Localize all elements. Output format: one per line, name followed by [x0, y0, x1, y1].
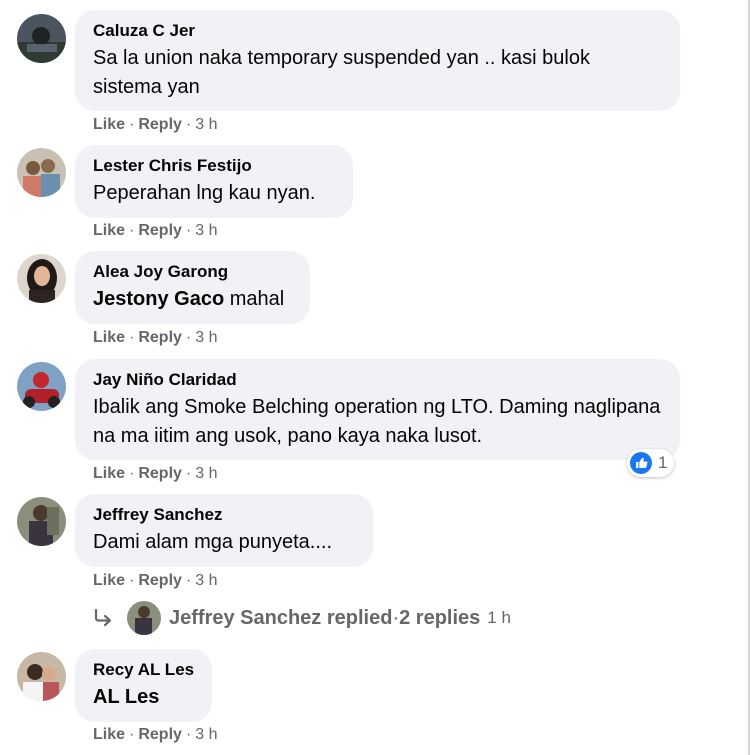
comment-actions: Like · Reply · 3 h [93, 329, 218, 347]
like-button[interactable]: Like [93, 116, 125, 133]
comment-time[interactable]: 3 h [195, 329, 217, 346]
comment-text: Ibalik ang Smoke Belching operation ng L… [93, 396, 661, 447]
comment-bubble: Caluza C Jer Sa la union naka temporary … [75, 10, 680, 111]
comment-author[interactable]: Jeffrey Sanchez [93, 504, 357, 526]
comment-actions: Like · Reply · 3 h [93, 116, 218, 134]
replies-author: Jeffrey Sanchez replied [169, 606, 393, 629]
comment-time[interactable]: 3 h [195, 222, 217, 239]
separator-dot: · [185, 329, 192, 346]
comment-author[interactable]: Lester Chris Festijo [93, 155, 337, 177]
reply-button[interactable]: Reply [138, 329, 182, 346]
comment-text: Jestony Gaco mahal [93, 285, 294, 314]
separator-dot: · [185, 222, 192, 239]
reply-arrow-icon [94, 608, 112, 627]
avatar[interactable] [17, 148, 66, 197]
reaction-count: 1 [658, 453, 668, 472]
separator-dot: · [129, 572, 135, 589]
comment-text: AL Les [93, 683, 196, 712]
view-replies-link[interactable]: Jeffrey Sanchez replied · 2 replies 1 h [93, 600, 511, 636]
comment-author[interactable]: Jay Niño Claridad [93, 369, 664, 391]
comment-bubble: Recy AL Les AL Les [75, 649, 212, 722]
like-button[interactable]: Like [93, 726, 125, 743]
avatar[interactable] [17, 497, 66, 546]
avatar[interactable] [17, 254, 66, 303]
reply-button[interactable]: Reply [138, 572, 182, 589]
comment-text: Peperahan lng kau nyan. [93, 182, 316, 204]
comment-bubble: Jeffrey Sanchez Dami alam mga punyeta...… [75, 494, 373, 567]
comment-actions: Like · Reply · 3 h [93, 726, 218, 744]
comment-time[interactable]: 3 h [195, 116, 217, 133]
reply-button[interactable]: Reply [138, 726, 182, 743]
separator-dot: · [129, 116, 135, 133]
separator-dot: · [129, 329, 135, 346]
separator-dot: · [185, 726, 192, 743]
comment-time[interactable]: 3 h [195, 572, 217, 589]
separator-dot: · [185, 116, 192, 133]
avatar[interactable] [17, 14, 66, 63]
comment-time[interactable]: 3 h [195, 465, 217, 482]
separator-dot: · [129, 465, 135, 482]
comment-text: Dami alam mga punyeta.... [93, 531, 332, 553]
comment-author[interactable]: Alea Joy Garong [93, 261, 294, 283]
replier-avatar [127, 601, 161, 635]
comment-time[interactable]: 3 h [195, 726, 217, 743]
separator-dot: · [129, 726, 135, 743]
comment-actions: Like · Reply · 3 h [93, 222, 218, 240]
comment-bubble: Alea Joy Garong Jestony Gaco mahal [75, 251, 310, 324]
reply-button[interactable]: Reply [138, 222, 182, 239]
like-button[interactable]: Like [93, 465, 125, 482]
comment-bubble: Lester Chris Festijo Peperahan lng kau n… [75, 145, 353, 218]
avatar[interactable] [17, 362, 66, 411]
replies-time: 1 h [487, 608, 511, 627]
like-button[interactable]: Like [93, 329, 125, 346]
replies-count: 2 replies [399, 606, 481, 629]
like-button[interactable]: Like [93, 222, 125, 239]
reply-button[interactable]: Reply [138, 465, 182, 482]
avatar[interactable] [17, 652, 66, 701]
separator-dot: · [129, 222, 135, 239]
comment-author[interactable]: Caluza C Jer [93, 20, 664, 42]
like-button[interactable]: Like [93, 572, 125, 589]
comment-text-rest: mahal [224, 288, 285, 310]
separator-dot: · [185, 465, 192, 482]
separator-dot: · [185, 572, 192, 589]
reply-button[interactable]: Reply [138, 116, 182, 133]
comment-actions: Like · Reply · 3 h [93, 572, 218, 590]
comment-author[interactable]: Recy AL Les [93, 659, 196, 681]
comment-bubble: Jay Niño Claridad Ibalik ang Smoke Belch… [75, 359, 680, 460]
reaction-badge[interactable]: 1 [627, 449, 675, 477]
replies-separator: · [392, 606, 400, 629]
comment-text: Sa la union naka temporary suspended yan… [93, 47, 590, 98]
comment-actions: Like · Reply · 3 h [93, 465, 218, 483]
like-reaction-icon [630, 452, 652, 474]
mention-link[interactable]: Jestony Gaco [93, 288, 224, 310]
mention-link[interactable]: AL Les [93, 686, 159, 708]
